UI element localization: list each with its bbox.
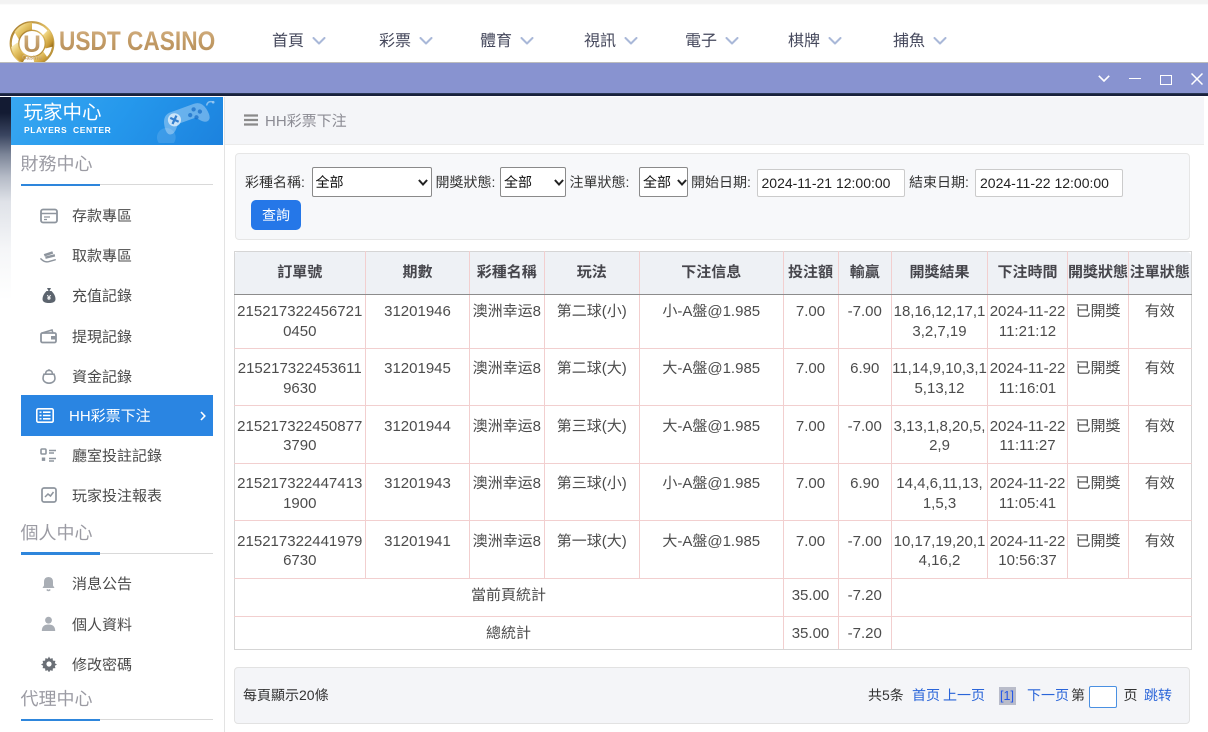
svg-text:U: U — [23, 31, 41, 58]
svg-text:Casino: Casino — [22, 56, 42, 62]
